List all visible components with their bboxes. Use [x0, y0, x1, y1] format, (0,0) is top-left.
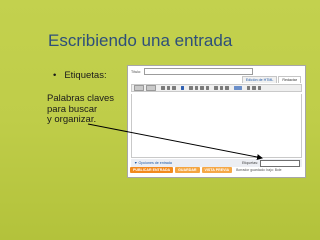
pointer-arrow	[87, 123, 263, 160]
arrow-line	[87, 123, 263, 160]
